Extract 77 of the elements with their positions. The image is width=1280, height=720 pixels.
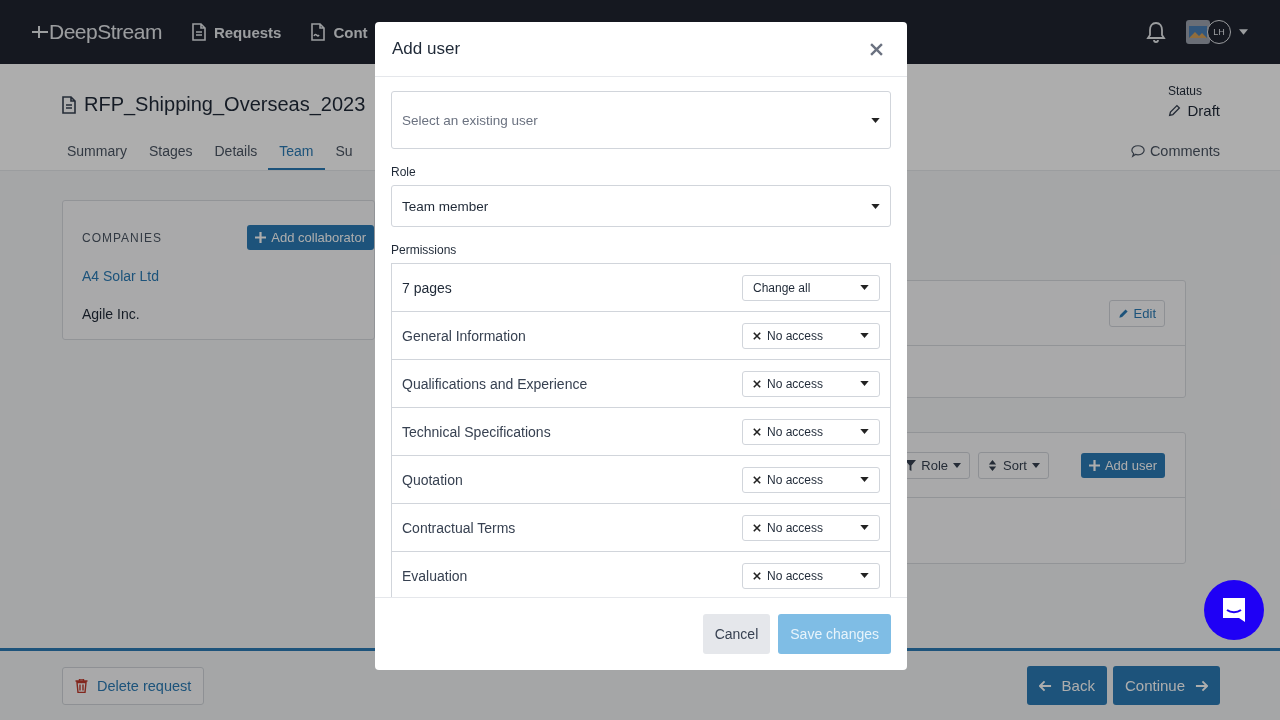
tab[interactable]: Su [324,137,364,170]
sort-icon [987,459,999,471]
caret-icon [860,429,869,434]
pages-count: 7 pages [402,279,452,296]
trash-icon [75,678,88,693]
access-dropdown[interactable]: No access [742,370,880,397]
document-icon [191,23,206,41]
status-label: Status [1167,84,1202,98]
pencil-icon [1117,307,1129,319]
caret-icon [871,117,880,123]
cross-icon [753,571,761,580]
nav-link[interactable]: Requests [191,23,282,41]
company-item[interactable]: A4 Solar Ltd [82,268,374,284]
document-icon [62,95,76,114]
access-dropdown[interactable]: No access [742,562,880,589]
tab[interactable]: Stages [137,137,204,170]
cross-icon [753,379,761,388]
field-label: Role [391,165,417,179]
plus-icon [1088,459,1100,471]
notification-bell-icon[interactable] [1146,21,1166,43]
add-user-button[interactable]: Add user [1080,452,1165,478]
logo[interactable]: DeepStream [32,20,162,44]
plus-icon [255,232,267,243]
caret-icon [860,333,869,338]
delete-request-button[interactable]: Delete request [62,666,205,705]
caret-icon [860,285,869,290]
filter-dropdown[interactable]: Sort [978,451,1049,479]
caret-icon [860,477,869,482]
tab[interactable]: Details [203,137,269,170]
section-heading: COMPANIES [82,230,163,245]
back-button[interactable]: Back [1026,666,1107,705]
company-item[interactable]: Agile Inc. [82,306,374,322]
caret-icon [860,381,869,386]
caret-icon [1031,462,1040,468]
access-dropdown[interactable]: No access [742,466,880,493]
status-value: Draft [1187,102,1220,119]
add-collaborator-button[interactable]: Add collaborator [247,225,374,250]
chat-launcher-icon[interactable] [1204,580,1264,640]
page-name: Technical Specifications [402,423,551,440]
user-avatar[interactable]: LH [1207,20,1231,44]
field-label: Permissions [391,243,458,257]
cross-icon [753,427,761,436]
access-dropdown[interactable]: No access [742,514,880,541]
edit-button[interactable]: Edit [1108,299,1165,327]
arrow-left-icon [1038,679,1052,692]
company-logo-icon [1186,20,1210,44]
request-title: RFP_Shipping_Overseas_2023 [84,93,366,116]
document-icon [311,23,326,41]
caret-icon [860,525,869,530]
comments-link[interactable]: Comments [1130,143,1220,170]
access-dropdown[interactable]: No access [742,322,880,349]
user-select[interactable]: Select an existing user [391,91,891,149]
caret-icon [871,203,880,209]
continue-button[interactable]: Continue [1112,666,1220,705]
page-name: Qualifications and Experience [402,375,588,392]
change-all-dropdown[interactable]: Change all [742,274,880,301]
access-dropdown[interactable]: No access [742,418,880,445]
role-select[interactable]: Team member [391,185,891,227]
close-icon[interactable] [870,42,883,56]
page-name: Contractual Terms [402,519,516,536]
dialog-title: Add user [392,39,461,59]
page-name: Evaluation [402,567,468,584]
arrow-right-icon [1195,679,1208,692]
cross-icon [753,331,761,340]
caret-icon [953,462,962,468]
tab[interactable]: Team [268,137,325,170]
speech-bubble-icon [1130,144,1145,158]
pencil-icon[interactable] [1168,104,1182,117]
page-name: Quotation [402,471,463,488]
tab[interactable]: Summary [56,137,138,170]
nav-link[interactable]: Cont [311,23,368,41]
caret-icon [860,573,869,578]
page-name: General Information [402,327,526,344]
cross-icon [753,475,761,484]
caret-icon[interactable] [1239,29,1248,35]
cross-icon [753,523,761,532]
cancel-button[interactable]: Cancel [702,614,771,654]
